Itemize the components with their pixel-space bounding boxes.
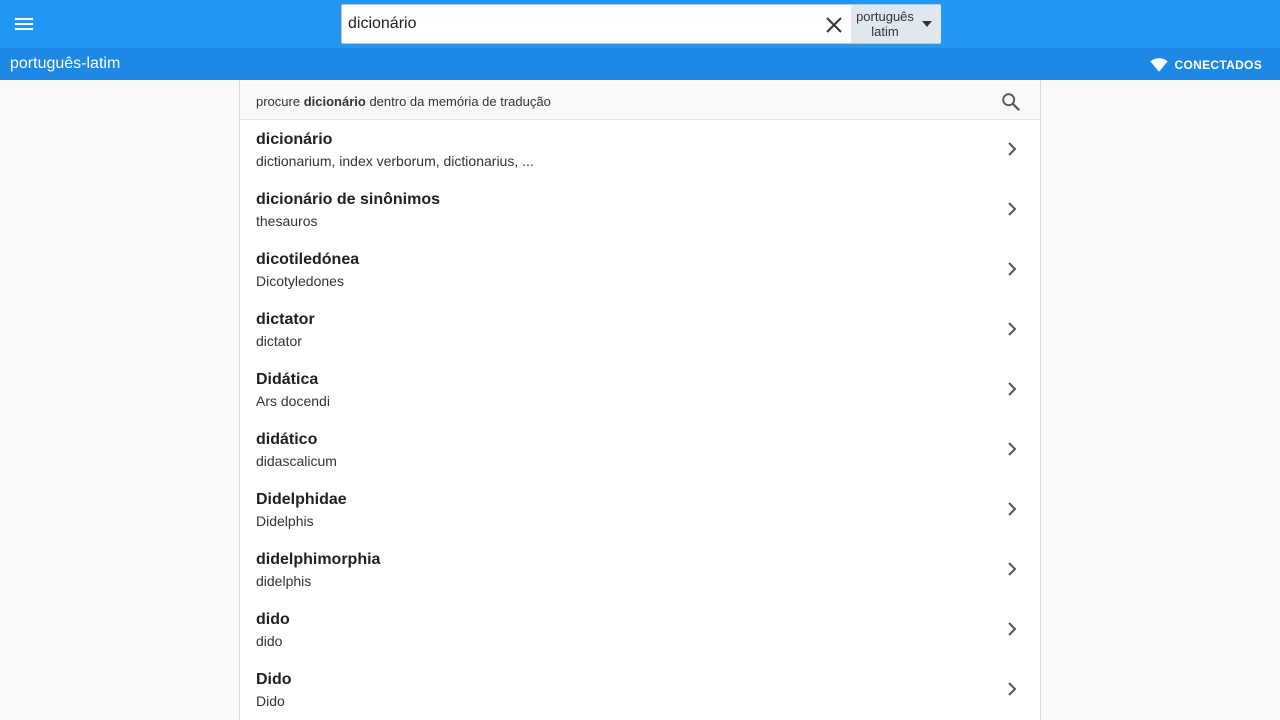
target-language: latim — [871, 24, 899, 39]
translation-memory-search[interactable]: procure dicionário dentro da memória de … — [240, 82, 1040, 120]
chevron-right-icon — [1008, 502, 1017, 516]
search-icon — [1002, 93, 1021, 112]
result-translation: didelphis — [256, 573, 312, 589]
tm-prefix: procure — [256, 94, 304, 109]
result-translation: dictator — [256, 333, 302, 349]
list-item[interactable]: didelphimorphia didelphis — [240, 540, 1040, 600]
chevron-right-icon — [1008, 442, 1017, 456]
list-item[interactable]: dictator dictator — [240, 300, 1040, 360]
result-translation: dido — [256, 633, 283, 649]
clear-search-button[interactable] — [822, 13, 846, 37]
top-app-bar: português latim — [0, 0, 1280, 48]
result-translation: Didelphis — [256, 513, 314, 529]
result-translation: Dicotyledones — [256, 273, 344, 289]
list-item[interactable]: Dido Dido — [240, 660, 1040, 720]
chevron-right-icon — [1008, 262, 1017, 276]
tm-term: dicionário — [303, 94, 366, 109]
chevron-right-icon — [1008, 382, 1017, 396]
result-translation: thesauros — [256, 213, 318, 229]
translation-memory-text: procure dicionário dentro da memória de … — [256, 94, 551, 109]
chevron-right-icon — [1008, 142, 1017, 156]
result-translation: dictionarium, index verborum, dictionari… — [256, 153, 534, 169]
result-term: Didelphidae — [256, 491, 347, 508]
caret-down-icon — [922, 21, 932, 27]
chevron-right-icon — [1008, 562, 1017, 576]
result-term: didático — [256, 431, 318, 448]
list-item[interactable]: dicionário de sinônimos thesauros — [240, 180, 1040, 240]
menu-icon — [15, 18, 33, 30]
close-icon — [826, 17, 842, 33]
result-term: dido — [256, 611, 290, 628]
result-term: Dido — [256, 671, 292, 688]
list-item[interactable]: Didática Ars docendi — [240, 360, 1040, 420]
result-translation: Dido — [256, 693, 285, 709]
list-item[interactable]: didático didascalicum — [240, 420, 1040, 480]
connection-status-button[interactable]: CONECTADOS — [1149, 56, 1262, 74]
result-translation: didascalicum — [256, 453, 337, 469]
connection-status-label: CONECTADOS — [1174, 58, 1262, 72]
chevron-right-icon — [1008, 682, 1017, 696]
list-item[interactable]: dicionário dictionarium, index verborum,… — [240, 120, 1040, 180]
list-item[interactable]: Didelphidae Didelphis — [240, 480, 1040, 540]
chevron-right-icon — [1008, 322, 1017, 336]
search-input[interactable] — [348, 5, 818, 43]
chevron-right-icon — [1008, 202, 1017, 216]
results-panel: procure dicionário dentro da memória de … — [239, 80, 1041, 720]
result-term: dicotiledónea — [256, 251, 360, 268]
result-translation: Ars docendi — [256, 393, 330, 409]
result-term: Didática — [256, 371, 319, 388]
menu-button[interactable] — [12, 12, 36, 36]
result-term: dicionário — [256, 131, 333, 148]
list-item[interactable]: dido dido — [240, 600, 1040, 660]
wifi-icon — [1149, 58, 1168, 72]
source-language: português — [856, 9, 914, 24]
list-item[interactable]: dicotiledónea Dicotyledones — [240, 240, 1040, 300]
chevron-right-icon — [1008, 622, 1017, 636]
language-pair-select[interactable]: português latim — [851, 5, 941, 43]
page-title: português-latim — [10, 55, 121, 72]
result-term: dicionário de sinônimos — [256, 191, 441, 208]
tm-suffix: dentro da memória de tradução — [365, 94, 551, 109]
result-term: dictator — [256, 311, 315, 328]
search-box: português latim — [341, 4, 941, 44]
result-term: didelphimorphia — [256, 551, 381, 568]
sub-header: português-latim CONECTADOS — [0, 48, 1280, 80]
